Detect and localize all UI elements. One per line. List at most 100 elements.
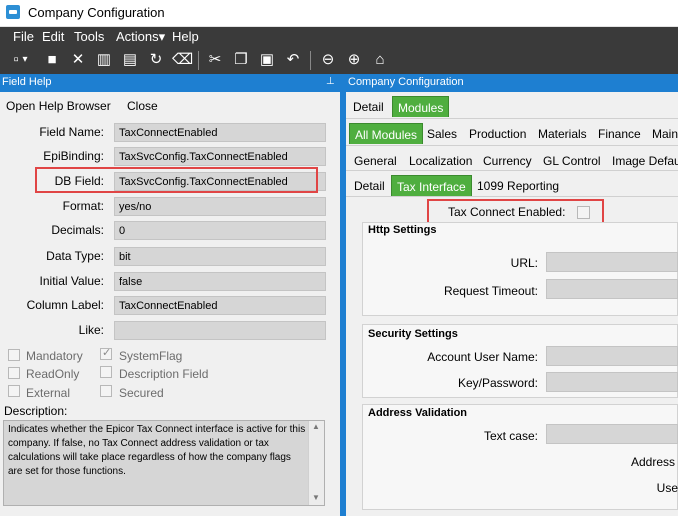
scroll-down-icon[interactable]: ▼: [312, 493, 320, 502]
request-timeout-input[interactable]: [546, 279, 678, 299]
url-label: URL:: [510, 256, 538, 270]
key-password-input[interactable]: [546, 372, 678, 392]
home-icon[interactable]: ⌂: [370, 50, 390, 70]
url-input[interactable]: [546, 252, 678, 272]
undo-icon[interactable]: ↶: [283, 50, 303, 70]
account-user-name-input[interactable]: [546, 346, 678, 366]
like-value: [114, 321, 326, 340]
copy-icon[interactable]: ❐: [231, 50, 251, 70]
field-help-title: Field Help: [2, 76, 52, 88]
delete-icon[interactable]: ✕: [68, 50, 88, 70]
format-value: yes/no: [114, 197, 326, 216]
company-config-title: Company Configuration: [348, 76, 464, 88]
mandatory-label: Mandatory: [26, 349, 83, 363]
tab-tax-interface[interactable]: Tax Interface: [391, 175, 472, 196]
tab-modules[interactable]: Modules: [392, 96, 450, 117]
secured-checkbox: [100, 385, 112, 397]
initial-value-value: false: [114, 272, 326, 291]
address-validation-heading: Address Validation: [368, 407, 468, 419]
book-icon[interactable]: ▥: [94, 50, 114, 70]
column-label-value: TaxConnectEnabled: [114, 296, 326, 315]
tab-detail-sub[interactable]: Detail: [349, 175, 390, 196]
initial-value-label: Initial Value:: [39, 274, 104, 288]
description-field-checkbox: [100, 366, 112, 378]
new-dropdown-icon[interactable]: ▾: [19, 50, 31, 70]
menu-actions[interactable]: Actions▾: [116, 29, 165, 45]
key-password-label: Key/Password:: [457, 376, 538, 390]
tab-sales[interactable]: Sales: [422, 123, 462, 144]
close-link[interactable]: Close: [127, 99, 158, 113]
field-help-links: Open Help Browser Close: [0, 92, 340, 118]
secured-label: Secured: [119, 386, 164, 400]
security-settings-heading: Security Settings: [368, 328, 458, 340]
cut-icon[interactable]: ✂: [205, 50, 225, 70]
tab-gl-control[interactable]: GL Control: [538, 150, 606, 171]
tab-row-all-modules: General Localization Currency GL Control…: [346, 146, 678, 171]
format-label: Format:: [62, 199, 104, 213]
tab-detail[interactable]: Detail: [348, 96, 389, 117]
tab-row-modules: All Modules Sales Production Materials F…: [346, 119, 678, 146]
system-flag-label: SystemFlag: [119, 349, 183, 363]
tab-row-general: Detail Tax Interface 1099 Reporting: [346, 171, 678, 197]
tab-row-main: Detail Modules: [346, 92, 678, 119]
tab-main[interactable]: Main: [647, 123, 678, 144]
description-scrollbar[interactable]: ▲ ▼: [308, 421, 324, 505]
toolbar-separator: [198, 51, 199, 70]
db-field-highlight: [35, 167, 318, 193]
clipboard-icon[interactable]: ▤: [120, 50, 140, 70]
field-name-value: TaxConnectEnabled: [114, 123, 326, 142]
scroll-up-icon[interactable]: ▲: [312, 422, 320, 431]
app-icon: [6, 5, 20, 19]
description-label: Description:: [4, 404, 68, 418]
menu-help[interactable]: Help: [172, 29, 199, 44]
read-only-label: ReadOnly: [26, 367, 80, 381]
clear-icon[interactable]: ⌫: [172, 50, 193, 70]
back-icon[interactable]: ⊖: [318, 50, 338, 70]
company-config-header: Company Configuration: [346, 74, 678, 92]
refresh-icon[interactable]: ↻: [146, 50, 166, 70]
read-only-checkbox: [8, 367, 20, 379]
menu-edit[interactable]: Edit: [42, 29, 64, 44]
tab-materials[interactable]: Materials: [533, 123, 592, 144]
window-titlebar: Company Configuration: [0, 0, 678, 27]
column-label-label: Column Label:: [26, 298, 104, 312]
decimals-label: Decimals:: [51, 223, 104, 237]
field-name-label: Field Name:: [39, 125, 104, 139]
epibinding-label: EpiBinding:: [43, 149, 104, 163]
description-field-label: Description Field: [119, 367, 209, 381]
mandatory-checkbox: [8, 349, 20, 361]
tab-all-modules[interactable]: All Modules: [349, 123, 424, 144]
tab-image-defaults[interactable]: Image Defaul: [607, 150, 678, 171]
system-flag-checkbox: [100, 346, 112, 360]
menu-tools[interactable]: Tools: [74, 29, 104, 44]
menu-file[interactable]: File: [13, 29, 34, 44]
epibinding-value: TaxSvcConfig.TaxConnectEnabled: [114, 147, 326, 166]
http-settings-heading: Http Settings: [368, 224, 437, 236]
paste-icon[interactable]: ▣: [257, 50, 277, 70]
tab-localization[interactable]: Localization: [404, 150, 477, 171]
save-icon[interactable]: ■: [42, 50, 62, 70]
toolbar: ▫ ▾ ■ ✕ ▥ ▤ ↻ ⌫ ✂ ❐ ▣ ↶ ⊖ ⊕ ⌂: [0, 47, 678, 74]
forward-icon[interactable]: ⊕: [344, 50, 364, 70]
menu-bar: File Edit Tools Actions▾ Help: [0, 27, 678, 47]
decimals-value: 0: [114, 221, 326, 240]
address-label: Address: [630, 455, 675, 469]
request-timeout-label: Request Timeout:: [443, 284, 538, 298]
tab-production[interactable]: Production: [464, 123, 531, 144]
description-content: Indicates whether the Epicor Tax Connect…: [8, 424, 306, 477]
tab-finance[interactable]: Finance: [593, 123, 646, 144]
description-text: Indicates whether the Epicor Tax Connect…: [3, 420, 325, 506]
data-type-label: Data Type:: [46, 249, 104, 263]
open-help-browser-link[interactable]: Open Help Browser: [6, 99, 111, 113]
account-user-name-label: Account User Name:: [427, 350, 538, 364]
data-type-value: bit: [114, 247, 326, 266]
toolbar-separator: [310, 51, 311, 70]
like-label: Like:: [78, 323, 104, 337]
use-label: Use: [656, 481, 678, 495]
pin-icon[interactable]: ⊥: [326, 76, 335, 87]
window-title: Company Configuration: [28, 5, 165, 20]
tab-1099-reporting[interactable]: 1099 Reporting: [472, 175, 564, 196]
tab-currency[interactable]: Currency: [478, 150, 537, 171]
text-case-input[interactable]: [546, 424, 678, 444]
tab-general[interactable]: General: [349, 150, 402, 171]
